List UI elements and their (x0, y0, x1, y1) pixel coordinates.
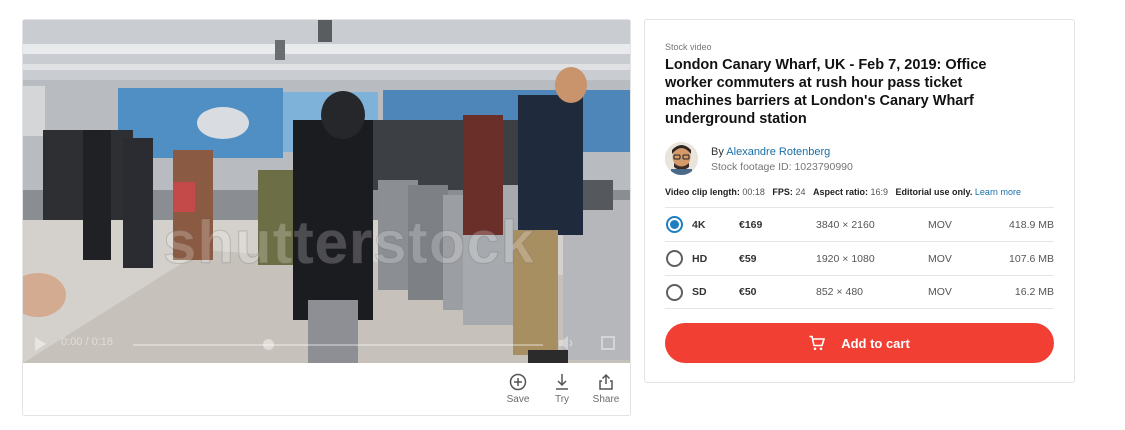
fps-label: FPS: (772, 187, 793, 197)
option-resolution: 852 × 480 (816, 286, 864, 298)
fullscreen-icon[interactable] (601, 336, 615, 350)
length-value: 00:18 (742, 187, 765, 197)
option-resolution: 3840 × 2160 (816, 218, 875, 231)
option-format: MOV (928, 218, 952, 231)
editorial-note: Editorial use only. (895, 187, 973, 197)
footage-id: Stock footage ID: 1023790990 (711, 161, 853, 173)
aspect-value: 16:9 (870, 187, 889, 197)
share-button[interactable]: Share (592, 373, 620, 405)
try-label: Try (554, 394, 570, 405)
length-label: Video clip length: (665, 187, 740, 197)
option-size: HD (692, 252, 708, 265)
progress-handle[interactable] (263, 339, 274, 350)
option-size: 4K (692, 218, 706, 231)
radio-4k[interactable] (666, 216, 683, 233)
download-icon (556, 374, 568, 390)
author-meta: By Alexandre Rotenberg Stock footage ID:… (711, 146, 853, 173)
add-to-cart-label: Add to cart (841, 335, 910, 351)
avatar[interactable] (665, 142, 698, 175)
play-icon[interactable] (35, 337, 46, 351)
info-card: Stock video London Canary Wharf, UK - Fe… (644, 19, 1075, 383)
author-row: By Alexandre Rotenberg Stock footage ID:… (665, 142, 853, 175)
option-format: MOV (928, 286, 952, 298)
option-size: SD (692, 286, 707, 298)
share-icon (599, 373, 613, 390)
option-row-sd[interactable]: SD €50 852 × 480 MOV 16.2 MB (665, 275, 1054, 309)
option-price: €50 (739, 286, 757, 298)
asset-type: Stock video (665, 42, 712, 52)
avatar-image (665, 142, 698, 175)
option-row-hd[interactable]: HD €59 1920 × 1080 MOV 107.6 MB (665, 241, 1054, 275)
radio-hd[interactable] (666, 250, 683, 267)
learn-more-link[interactable]: Learn more (975, 187, 1021, 197)
video-title: London Canary Wharf, UK - Feb 7, 2019: O… (665, 57, 987, 127)
video-card: shutterstock 0:00 / 0:18 Save Try Share (22, 19, 631, 416)
option-price: €59 (739, 252, 757, 265)
save-label: Save (506, 394, 530, 405)
save-button[interactable]: Save (506, 373, 530, 405)
watermark: shutterstock (162, 209, 536, 277)
option-resolution: 1920 × 1080 (816, 252, 875, 265)
option-filesize: 107.6 MB (1009, 252, 1054, 265)
video-actions: Save Try Share (506, 373, 620, 405)
by-line: By Alexandre Rotenberg (711, 146, 853, 158)
try-button[interactable]: Try (550, 373, 574, 405)
video-player[interactable]: shutterstock 0:00 / 0:18 (23, 20, 630, 363)
option-filesize: 418.9 MB (1009, 218, 1054, 231)
option-format: MOV (928, 252, 952, 265)
option-price: €169 (739, 218, 763, 231)
by-label: By (711, 146, 724, 158)
option-row-4k[interactable]: 4K €169 3840 × 2160 MOV 418.9 MB (665, 207, 1054, 241)
cart-icon (809, 335, 826, 351)
radio-sd[interactable] (666, 283, 683, 301)
volume-icon[interactable] (559, 336, 575, 350)
video-still-image (23, 20, 630, 363)
clip-specs: Video clip length: 00:18 FPS: 24 Aspect … (665, 187, 1021, 197)
author-link[interactable]: Alexandre Rotenberg (726, 146, 830, 158)
aspect-label: Aspect ratio: (812, 187, 868, 197)
share-label: Share (592, 394, 620, 405)
license-options: 4K €169 3840 × 2160 MOV 418.9 MB HD €59 … (665, 207, 1054, 309)
progress-bar[interactable] (133, 344, 543, 346)
option-filesize: 16.2 MB (1014, 286, 1054, 298)
add-to-cart-button[interactable]: Add to cart (665, 323, 1054, 363)
plus-circle-icon (509, 373, 527, 391)
fps-value: 24 (795, 187, 806, 197)
video-controls: 0:00 / 0:18 (23, 323, 630, 363)
time-readout: 0:00 / 0:18 (61, 336, 113, 348)
